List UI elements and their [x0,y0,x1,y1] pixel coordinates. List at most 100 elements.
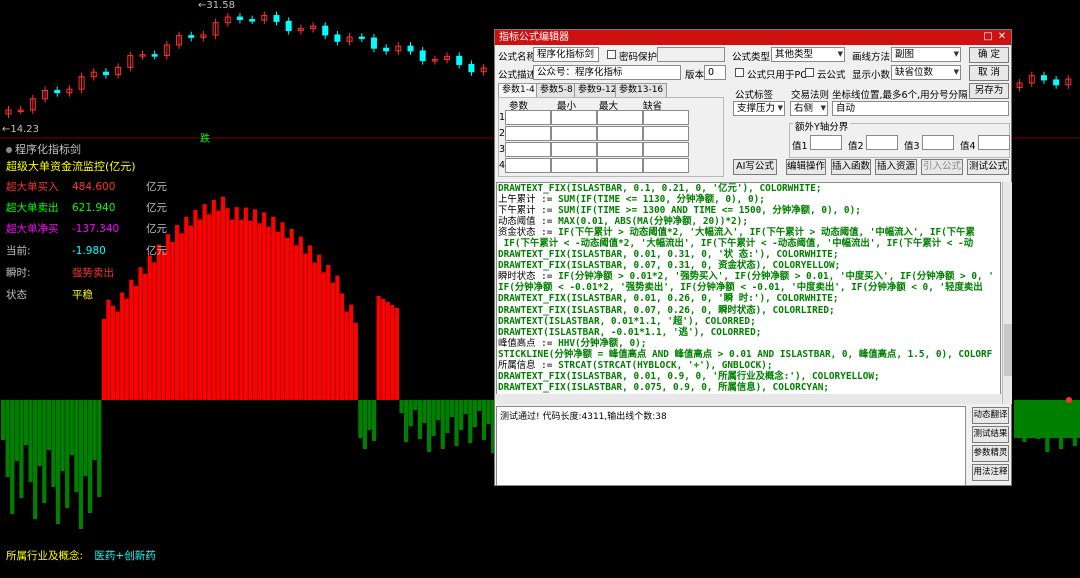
insert-function-button[interactable]: 插入函数 [831,159,871,175]
indicator-bar [1,400,6,440]
indicator-bar [124,298,129,400]
indicator-bar [413,400,418,410]
version-input[interactable]: 0 [704,65,726,80]
candle-body [102,71,109,76]
ok-button[interactable]: 确 定 [969,47,1009,63]
candle-body [358,36,365,40]
trade-rule-select[interactable]: 右侧 [790,101,828,116]
code-line: 瞬时状态 := IF(分钟净额 > 0.01*2, '强势买入', IF(分钟净… [497,271,1000,282]
formula-tag-select[interactable]: 支撑压力 [733,101,785,116]
candle-body [1040,75,1047,81]
import-formula-button[interactable]: 引入公式 [921,159,963,175]
indicator-bar [207,214,212,400]
formula-type-label: 公式类型 [732,52,771,63]
close-icon[interactable]: ✕ [995,30,1009,45]
maximize-icon[interactable]: □ [981,30,995,45]
param-cell-input[interactable] [505,158,551,173]
indicator-bar [284,237,290,400]
decimals-label: 显示小数 [852,70,891,81]
usage-notes-button[interactable]: 用法注释 [972,464,1009,481]
param-cell-input[interactable] [505,142,551,157]
candle-body [1053,79,1060,86]
param-cell-input[interactable] [551,158,597,173]
param-cell-input[interactable] [505,110,551,125]
extra-y-value-input[interactable] [922,135,954,150]
indicator-bar [262,212,267,400]
param-cell-input[interactable] [551,126,597,141]
ai-write-button[interactable]: AI写公式 [733,159,777,175]
dynamic-translate-button[interactable]: 动态翻译 [972,407,1009,424]
param-cell-input[interactable] [597,110,643,125]
candle-body [151,54,158,57]
indicator-bar [230,220,235,400]
code-editor[interactable]: DRAWTEXT_FIX(ISLASTBAR, 0.1, 0.21, 0, '亿… [496,182,1001,404]
decimals-select[interactable]: 缺省位数 [891,65,961,80]
info-row-value: 平稳 [72,289,93,301]
dialog-titlebar[interactable]: 指标公式编辑器 □ ✕ [495,30,1011,45]
param-cell-input[interactable] [643,158,689,173]
test-formula-button[interactable]: 测试公式 [967,159,1009,175]
indicator-bar [106,299,111,400]
indicator-bar [362,400,368,449]
param-cell-input[interactable] [505,126,551,141]
param-cell-input[interactable] [597,126,643,141]
info-row-label: 超大单净买 [6,223,59,235]
code-vscrollbar[interactable] [1002,182,1012,404]
extra-y-value-input[interactable] [810,135,842,150]
indicator-bar [60,400,65,471]
extra-y-value-input[interactable] [978,135,1010,150]
code-vscroll-thumb[interactable] [1004,324,1012,376]
indicator-bar [216,210,221,400]
param-cell-input[interactable] [643,126,689,141]
edit-ops-button[interactable]: 编辑操作 [786,159,826,175]
axis-pos-input[interactable]: 自动 [832,101,1009,116]
tab-params-9-12[interactable]: 参数9-12 [574,83,621,97]
test-result-button[interactable]: 测试结果 [972,426,1009,443]
indicator-bar [234,207,239,400]
indicator-bar [28,400,33,482]
formula-desc-input[interactable]: 公众号：程序化指标 [533,65,681,80]
param-wizard-button[interactable]: 参数精灵 [972,445,1009,462]
indicator-bar [165,234,171,400]
tab-params-1-4[interactable]: 参数1-4 [498,83,539,97]
param-cell-input[interactable] [643,142,689,157]
param-cell-input[interactable] [643,110,689,125]
tab-params-13-16[interactable]: 参数13-16 [615,83,668,97]
tab-params-5-8[interactable]: 参数5-8 [536,83,577,97]
code-segment: HHV(分钟净额, 0); [558,337,647,349]
extra-y-value-label: 值3 [904,141,920,152]
code-segment: DRAWTEXT_FIX(ISLASTBAR, 0.01, 0.31, 0, '… [498,249,839,261]
extra-y-value-input[interactable] [866,135,898,150]
indicator-bar [156,244,161,400]
candle-body [273,15,280,22]
cancel-button[interactable]: 取 消 [969,65,1009,81]
monitor-title: 超级大单资金流监控(亿元) [6,160,136,173]
indicator-bar [376,296,381,400]
code-hscrollbar[interactable] [496,394,1001,404]
pc-only-checkbox[interactable] [735,68,744,77]
subchart-title[interactable]: 程序化指标剑 [6,141,81,157]
code-line: 下午累计 := SUM(IF(TIME >= 1300 AND TIME <= … [497,205,1000,216]
param-cell-input[interactable] [597,158,643,173]
test-output-area[interactable]: 测试通过! 代码长度:4311,输出线个数:38 [496,406,966,486]
save-as-button[interactable]: 另存为 [969,83,1009,99]
info-row-unit: 亿元 [146,202,167,214]
indicator-bar [468,400,473,443]
indicator-bar [472,400,477,427]
param-cell-input[interactable] [551,142,597,157]
param-cell-input[interactable] [551,110,597,125]
indicator-bar [298,236,303,400]
code-line: IF(分钟净额 < -0.01*2, '强势卖出', IF(分钟净额 < -0.… [497,282,1000,293]
param-cell-input[interactable] [597,142,643,157]
cloud-checkbox[interactable] [805,68,814,77]
info-row-label: 当前: [6,245,31,257]
formula-type-select[interactable]: 其他类型 [771,47,845,62]
indicator-bar [404,400,409,442]
indicator-bar [289,228,294,400]
draw-method-select[interactable]: 副图 [891,47,961,62]
formula-editor-dialog[interactable]: 指标公式编辑器 □ ✕ 公式名称 程序化指标剑 密码保护 公式类型 其他类型 画… [494,29,1012,486]
formula-name-input[interactable]: 程序化指标剑 [533,47,599,62]
password-checkbox[interactable] [607,50,616,59]
password-input[interactable] [657,47,725,62]
insert-resource-button[interactable]: 插入资源 [875,159,917,175]
